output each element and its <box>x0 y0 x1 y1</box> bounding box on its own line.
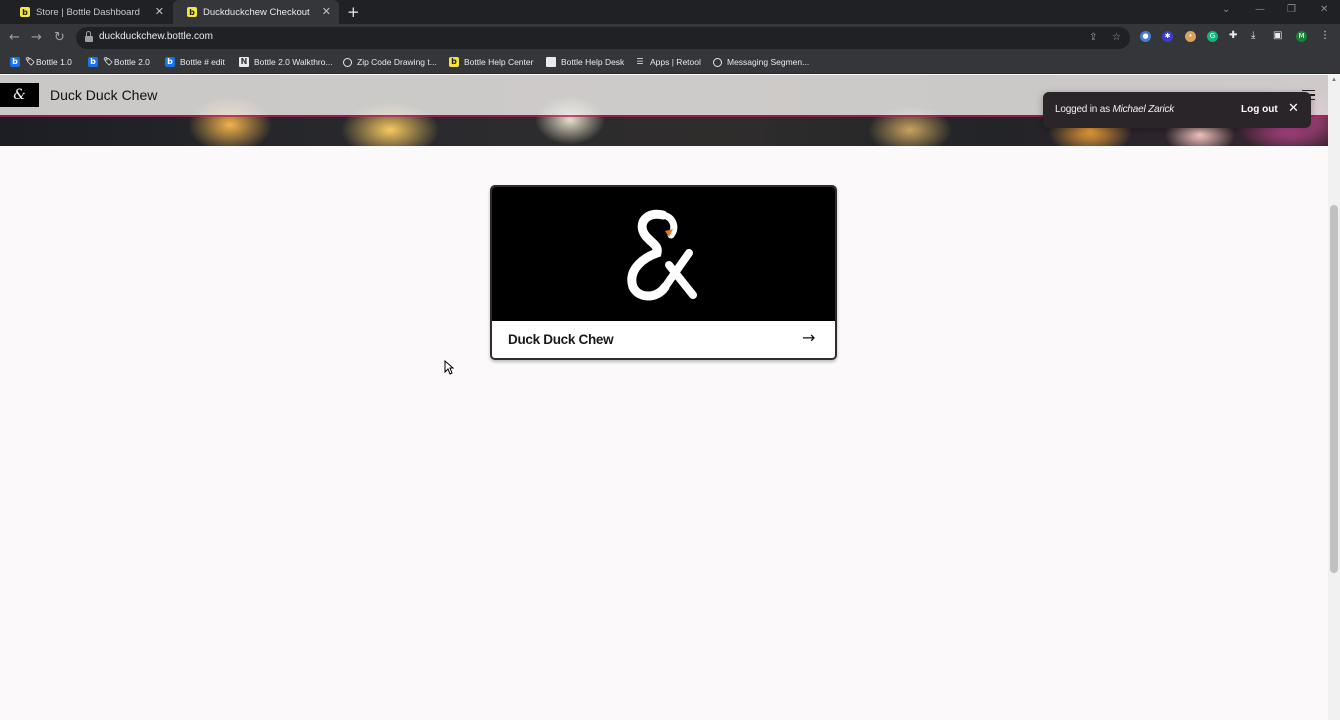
logged-in-toast: Logged in as Michael Zarick Log out ✕ <box>1043 92 1311 128</box>
bottle-b-icon: b <box>88 57 98 67</box>
bottle-favicon-icon: b <box>20 7 30 17</box>
bookmark-bottle-2[interactable]: b 🏷 Bottle 2.0 <box>88 57 150 67</box>
logged-in-username: Michael Zarick <box>1112 104 1175 115</box>
address-bar[interactable]: duckduckchew.bottle.com ⇪ ☆ <box>76 27 1130 49</box>
tab-close-icon[interactable]: ✕ <box>322 5 331 18</box>
bookmark-retool[interactable]: ☰ Apps | Retool <box>635 57 701 67</box>
page-viewport: & Duck Duck Chew Logged in as Michael Za… <box>0 75 1328 720</box>
bookmark-label: Apps | Retool <box>650 57 701 67</box>
tab-title: Store | Bottle Dashboard <box>36 6 140 18</box>
restore-icon[interactable]: ❐ <box>1287 4 1296 15</box>
bookmarks-bar: b 🏷 Bottle 1.0 b 🏷 Bottle 2.0 b Bottle #… <box>0 52 1340 74</box>
tag-icon: 🏷 <box>103 57 114 66</box>
site-logo[interactable]: & <box>0 83 39 107</box>
reload-icon[interactable]: ↻ <box>54 30 65 45</box>
back-arrow-icon[interactable]: ← <box>9 30 20 45</box>
bookmark-messaging[interactable]: Messaging Segmen... <box>713 57 809 67</box>
globe-icon <box>713 57 722 67</box>
share-icon[interactable]: ⇪ <box>1089 32 1097 43</box>
store-card[interactable]: Duck Duck Chew → <box>490 185 837 360</box>
bookmark-bottle-edit[interactable]: b Bottle # edit <box>165 57 225 67</box>
store-card-image[interactable] <box>492 187 835 321</box>
download-icon[interactable]: ⤓ <box>1251 30 1255 41</box>
extension-1password-icon[interactable]: ● <box>1140 31 1151 42</box>
store-card-footer[interactable]: Duck Duck Chew → <box>492 321 835 358</box>
kebab-menu-icon[interactable]: ⋮ <box>1320 30 1330 41</box>
notion-icon: N <box>239 57 249 67</box>
browser-tab-checkout[interactable]: b Duckduckchew Checkout ✕ <box>173 0 339 24</box>
bookmark-label: Zip Code Drawing t... <box>357 57 437 67</box>
bookmark-bottle-1[interactable]: b 🏷 Bottle 1.0 <box>10 57 72 67</box>
bookmark-help-center[interactable]: b Bottle Help Center <box>449 57 533 67</box>
tab-title: Duckduckchew Checkout <box>203 6 310 18</box>
url-text[interactable]: duckduckchew.bottle.com <box>99 31 213 42</box>
bookmark-help-desk[interactable]: Bottle Help Desk <box>546 57 624 67</box>
bookmark-bottle-walkthrough[interactable]: N Bottle 2.0 Walkthro... <box>239 57 333 67</box>
bottle-yellow-icon: b <box>449 57 459 67</box>
side-panel-icon[interactable]: ▣ <box>1273 30 1282 41</box>
browser-tab-strip: b Store | Bottle Dashboard ✕ b Duckduckc… <box>0 0 1340 24</box>
bottle-b-icon: b <box>10 57 20 67</box>
scroll-up-icon[interactable]: ▲ <box>1331 77 1337 83</box>
bottle-b-icon: b <box>165 57 175 67</box>
bottle-favicon-icon: b <box>187 7 197 17</box>
bookmark-label: Bottle Help Center <box>464 57 534 67</box>
page-scrollbar[interactable]: ▲ <box>1328 75 1340 720</box>
toast-prefix: Logged in as <box>1055 104 1113 115</box>
extension-gear-icon[interactable]: ✱ <box>1162 31 1173 42</box>
logout-button[interactable]: Log out <box>1241 104 1278 115</box>
mouse-cursor-icon <box>444 360 454 375</box>
toast-close-icon[interactable]: ✕ <box>1288 101 1299 116</box>
swan-logo-icon <box>627 209 697 301</box>
tag-icon: 🏷 <box>25 57 36 66</box>
extensions-puzzle-icon[interactable]: ✚ <box>1229 30 1237 41</box>
bookmark-label: Bottle 2.0 Walkthro... <box>254 57 333 67</box>
window-close-icon[interactable]: ✕ <box>1320 4 1328 15</box>
forward-arrow-icon[interactable]: → <box>31 30 42 45</box>
document-icon <box>546 57 556 67</box>
site-title[interactable]: Duck Duck Chew <box>50 87 157 103</box>
arrow-right-icon[interactable]: → <box>802 328 815 347</box>
retool-icon: ☰ <box>636 57 644 66</box>
tab-close-icon[interactable]: ✕ <box>155 5 164 18</box>
minimize-icon[interactable]: — <box>1255 4 1265 15</box>
lock-icon[interactable] <box>85 31 93 42</box>
logged-in-message: Logged in as Michael Zarick <box>1055 104 1174 115</box>
bookmark-label: Bottle Help Desk <box>561 57 625 67</box>
browser-toolbar: ← → ↻ duckduckchew.bottle.com ⇪ ☆ ● ✱ • … <box>0 24 1340 52</box>
extension-cookie-icon[interactable]: • <box>1185 31 1196 42</box>
bookmark-label: Messaging Segmen... <box>727 57 810 67</box>
extension-grammarly-icon[interactable]: G <box>1207 31 1218 42</box>
scrollbar-thumb[interactable] <box>1330 205 1338 573</box>
profile-avatar[interactable]: M <box>1296 31 1307 42</box>
store-card-title[interactable]: Duck Duck Chew <box>508 332 614 347</box>
new-tab-icon[interactable]: + <box>347 3 360 21</box>
bookmark-label: Bottle 2.0 <box>114 57 150 67</box>
bookmark-star-icon[interactable]: ☆ <box>1112 32 1121 43</box>
tab-search-icon[interactable]: ⌄ <box>1222 4 1230 15</box>
bookmark-zip-code[interactable]: Zip Code Drawing t... <box>343 57 437 67</box>
bookmark-label: Bottle 1.0 <box>36 57 72 67</box>
globe-icon <box>343 57 352 67</box>
bookmark-label: Bottle # edit <box>180 57 225 67</box>
browser-tab-store-dashboard[interactable]: b Store | Bottle Dashboard ✕ <box>6 0 172 24</box>
